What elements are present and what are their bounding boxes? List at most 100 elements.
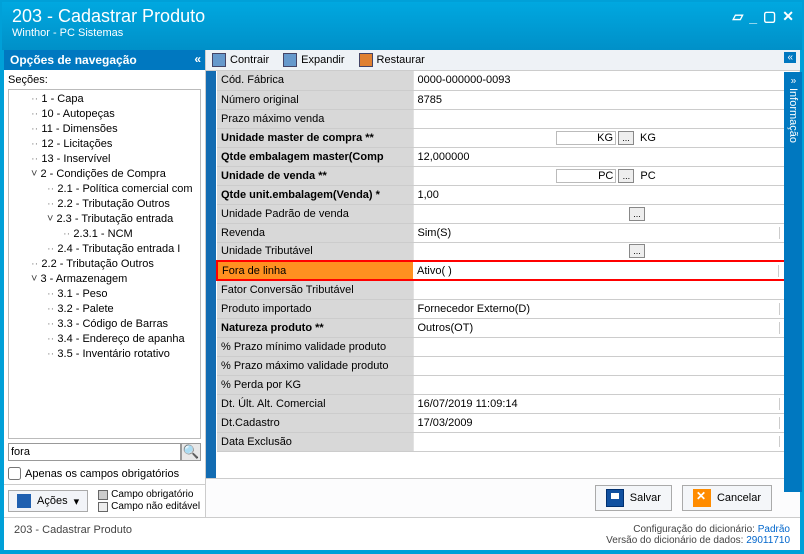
titlebar: 203 - Cadastrar Produto Winthor - PC Sis… <box>2 2 802 50</box>
cancel-button[interactable]: Cancelar <box>682 485 772 511</box>
minus-icon <box>212 53 226 67</box>
unit-input[interactable] <box>556 169 616 183</box>
tree-item[interactable]: 3 - Armazenagem <box>11 272 198 287</box>
field-label: % Perda por KG <box>217 375 413 394</box>
only-required-checkbox[interactable] <box>8 467 21 480</box>
field-label: % Prazo mínimo validade produto <box>217 337 413 356</box>
field-value[interactable]: Outros(OT)▾ <box>413 318 799 337</box>
minimize-icon[interactable]: _ <box>749 9 757 25</box>
field-label: Número original <box>217 90 413 109</box>
field-value[interactable]: 17/03/2009▾ <box>413 413 799 432</box>
status-left: 203 - Cadastrar Produto <box>14 524 132 546</box>
field-value[interactable]: ... <box>413 242 799 261</box>
plus-icon <box>283 53 297 67</box>
actions-label: Ações <box>37 495 68 507</box>
field-label: Prazo máximo venda <box>217 109 413 128</box>
field-label: Unidade master de compra ** <box>217 128 413 147</box>
field-value[interactable]: 1,00 <box>413 185 799 204</box>
field-value[interactable]: ▾ <box>413 432 799 451</box>
field-value[interactable]: ...KG <box>413 128 799 147</box>
lookup-button[interactable]: ... <box>618 131 634 145</box>
tree-item[interactable]: 2.3.1 - NCM <box>11 227 198 242</box>
tree-item[interactable]: 11 - Dimensões <box>11 122 198 137</box>
property-grid: Cód. Fábrica0000-000000-0093Número origi… <box>216 71 800 478</box>
field-value[interactable]: 8785 <box>413 90 799 109</box>
field-label: Unidade de venda ** <box>217 166 413 185</box>
field-label: Fora de linha <box>217 261 413 280</box>
toolbar: Contrair Expandir Restaurar « <box>206 50 800 71</box>
version-link[interactable]: 29011710 <box>746 535 790 546</box>
field-value[interactable]: Sim(S)▾ <box>413 223 799 242</box>
field-label: Natureza produto ** <box>217 318 413 337</box>
tree-item[interactable]: 3.3 - Código de Barras <box>11 317 198 332</box>
lookup-button[interactable]: ... <box>629 207 645 221</box>
config-link[interactable]: Padrão <box>758 524 790 535</box>
nav-header: Opções de navegação « <box>4 50 205 70</box>
field-value[interactable] <box>413 109 799 128</box>
statusbar: 203 - Cadastrar Produto Configuração do … <box>4 517 800 550</box>
collapse-button[interactable]: Contrair <box>212 53 269 67</box>
field-label: Cód. Fábrica <box>217 71 413 90</box>
save-button[interactable]: Salvar <box>595 485 672 511</box>
tree-item[interactable]: 2.3 - Tributação entrada <box>11 212 198 227</box>
tree-item[interactable]: 12 - Licitações <box>11 137 198 152</box>
window-subtitle: Winthor - PC Sistemas <box>12 27 792 39</box>
tree-item[interactable]: 2.4 - Tributação entrada I <box>11 242 198 257</box>
field-value[interactable]: 16/07/2019 11:09:14▾ <box>413 394 799 413</box>
field-label: Unidade Tributável <box>217 242 413 261</box>
field-label: Fator Conversão Tributável <box>217 280 413 299</box>
tree-item[interactable]: 1 - Capa <box>11 92 198 107</box>
actions-button[interactable]: Ações ▾ <box>8 490 88 512</box>
tree-item[interactable]: 3.2 - Palete <box>11 302 198 317</box>
field-value[interactable]: 12,000000 <box>413 147 799 166</box>
field-value[interactable]: 0000-000000-0093 <box>413 71 799 90</box>
restore-button[interactable]: Restaurar <box>359 53 425 67</box>
tree-item[interactable]: 2 - Condições de Compra <box>11 167 198 182</box>
info-tab[interactable]: « Informação <box>784 72 802 492</box>
main-panel: Contrair Expandir Restaurar « Cód. Fábri… <box>206 50 800 517</box>
save-icon <box>606 489 624 507</box>
tree-item[interactable]: 2.1 - Política comercial com <box>11 182 198 197</box>
close-icon[interactable]: ✕ <box>782 8 794 25</box>
tree-item[interactable]: 3.1 - Peso <box>11 287 198 302</box>
field-value[interactable] <box>413 337 799 356</box>
field-label: Qtde embalagem master(Comp <box>217 147 413 166</box>
expand-button[interactable]: Expandir <box>283 53 344 67</box>
tree-item[interactable]: 13 - Inservível <box>11 152 198 167</box>
field-value[interactable]: ...PC <box>413 166 799 185</box>
only-required-label: Apenas os campos obrigatórios <box>25 468 179 480</box>
maximize-icon[interactable]: ▢ <box>763 8 776 25</box>
tree-item[interactable]: 3.5 - Inventário rotativo <box>11 347 198 362</box>
chevron-left-icon[interactable]: « <box>784 52 796 63</box>
tree-item[interactable]: 10 - Autopeças <box>11 107 198 122</box>
tree-item[interactable]: 2.2 - Tributação Outros <box>11 257 198 272</box>
edit-icon[interactable]: ▱ <box>732 8 743 25</box>
window-title: 203 - Cadastrar Produto <box>12 6 792 27</box>
field-value[interactable] <box>413 375 799 394</box>
gear-icon <box>17 494 31 508</box>
field-value[interactable]: Ativo( )▾ <box>413 261 799 280</box>
field-label: % Prazo máximo validade produto <box>217 356 413 375</box>
tree-item[interactable]: 3.4 - Endereço de apanha <box>11 332 198 347</box>
legend-required: Campo obrigatório <box>111 489 193 501</box>
field-label: Revenda <box>217 223 413 242</box>
tree-item[interactable]: 2.2 - Tributação Outros <box>11 197 198 212</box>
chevron-left-icon[interactable]: « <box>194 52 201 66</box>
field-label: Data Exclusão <box>217 432 413 451</box>
field-label: Dt.Cadastro <box>217 413 413 432</box>
field-value[interactable] <box>413 280 799 299</box>
lookup-button[interactable]: ... <box>618 169 634 183</box>
search-button[interactable]: 🔍 <box>181 443 201 461</box>
sections-label: Seções: <box>8 74 201 86</box>
nav-tree[interactable]: 1 - Capa10 - Autopeças11 - Dimensões12 -… <box>8 89 201 439</box>
chevron-down-icon: ▾ <box>74 495 80 508</box>
cancel-icon <box>693 489 711 507</box>
field-value[interactable]: Fornecedor Externo(D)▾ <box>413 299 799 318</box>
lookup-button[interactable]: ... <box>629 244 645 258</box>
restore-icon <box>359 53 373 67</box>
unit-input[interactable] <box>556 131 616 145</box>
chevron-left-icon: « <box>790 75 796 86</box>
field-value[interactable]: ... <box>413 204 799 223</box>
field-value[interactable] <box>413 356 799 375</box>
search-input[interactable] <box>8 443 181 461</box>
